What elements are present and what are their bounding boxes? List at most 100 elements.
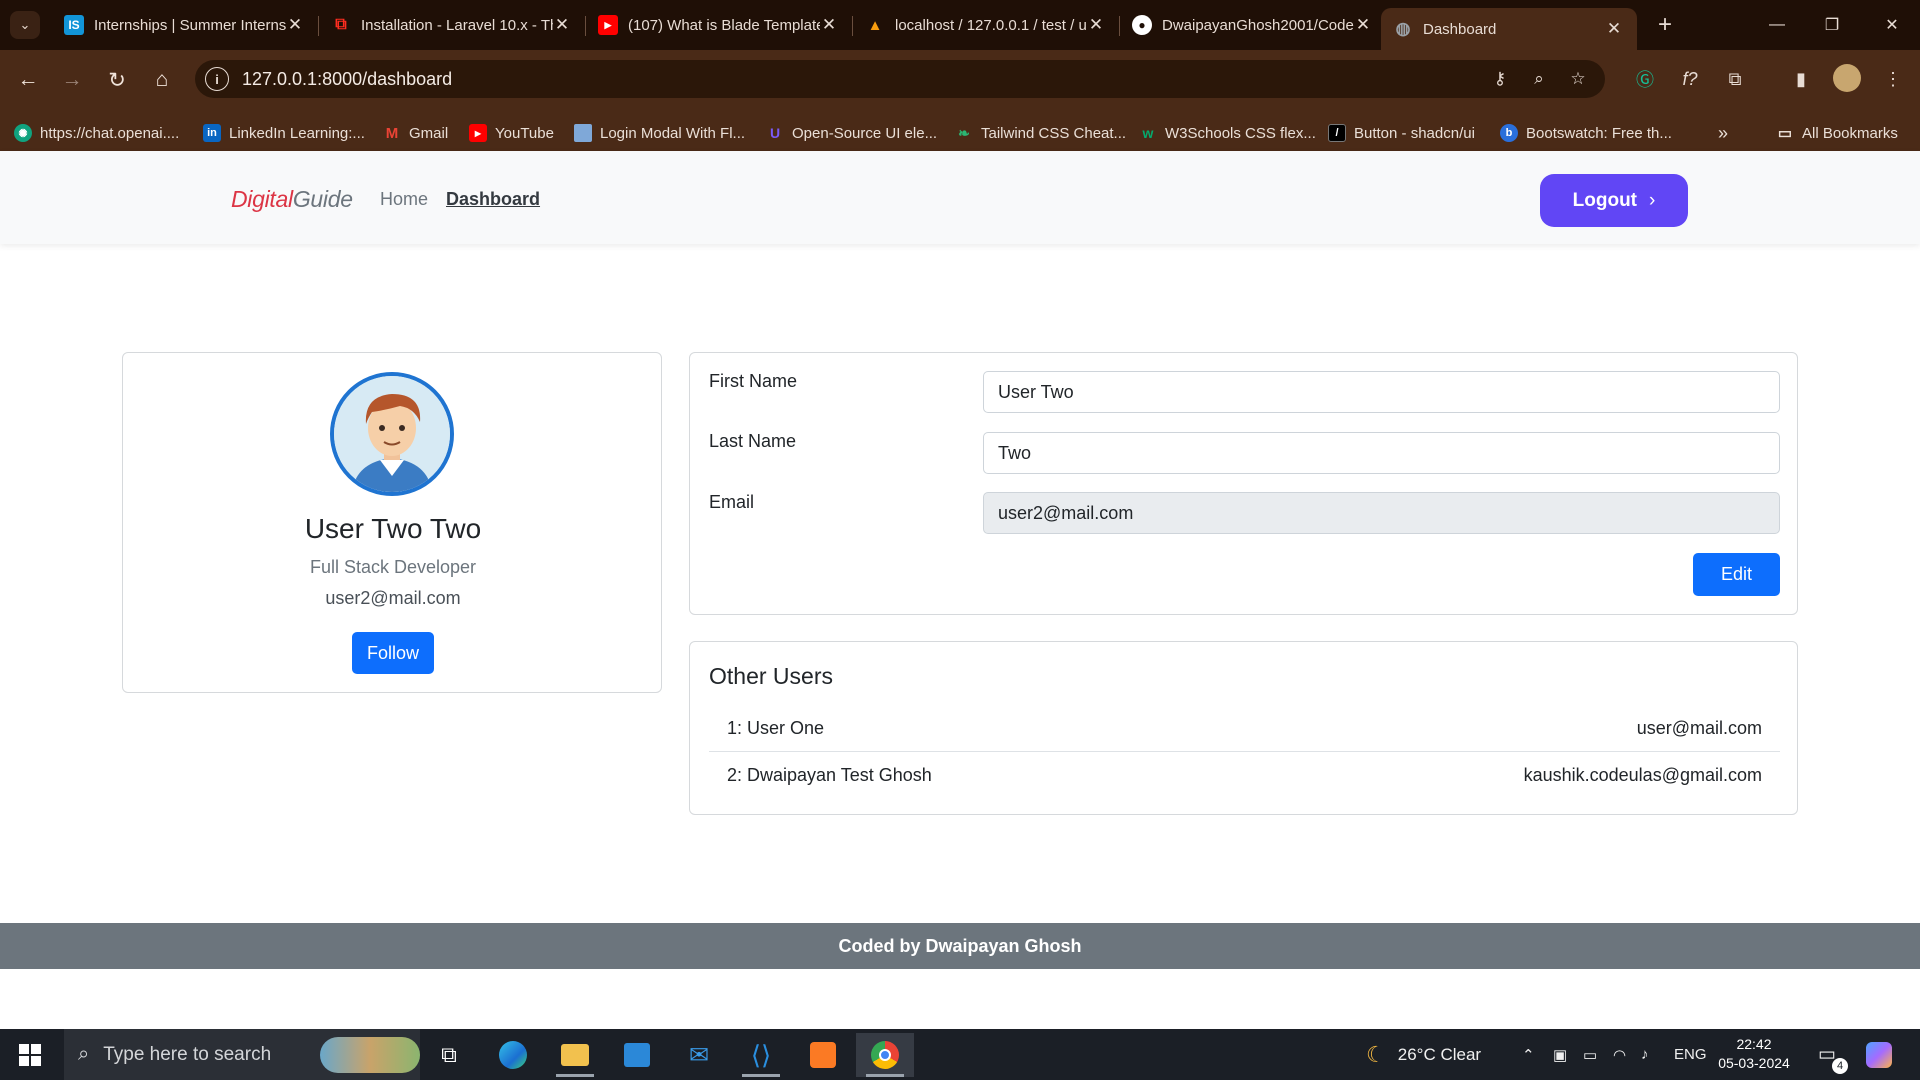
windows-logo-icon: [19, 1044, 41, 1066]
bookmark-login-modal[interactable]: Login Modal With Fl...: [574, 122, 745, 144]
formula-extension-icon[interactable]: f?: [1675, 64, 1705, 94]
close-tab-icon[interactable]: ✕: [1605, 19, 1623, 39]
microsoft-store-icon[interactable]: [608, 1033, 666, 1077]
bookmark-w3schools[interactable]: w W3Schools CSS flex...: [1139, 122, 1316, 144]
close-tab-icon[interactable]: ✕: [286, 15, 304, 35]
youtube-favicon: ▶: [598, 15, 618, 35]
close-window-icon[interactable]: ✕: [1872, 8, 1912, 42]
more-bookmarks-chevron-icon[interactable]: »: [1718, 122, 1728, 144]
user-details-form: First Name User Two Last Name Two Email …: [689, 352, 1798, 615]
task-view-icon[interactable]: ⧉: [420, 1033, 478, 1077]
bookmark-shadcn[interactable]: / Button - shadcn/ui: [1328, 122, 1475, 144]
browser-tab-strip: ⌄ IS Internships | Summer Internships ✕ …: [0, 0, 1920, 50]
list-item[interactable]: 1: User One user@mail.com: [709, 706, 1780, 752]
search-icon: ⌕: [78, 1043, 90, 1065]
show-hidden-icons-chevron-icon[interactable]: ⌃: [1522, 1029, 1535, 1080]
xampp-icon[interactable]: [794, 1033, 852, 1077]
edge-browser-icon[interactable]: [484, 1033, 542, 1077]
last-name-label: Last Name: [709, 431, 797, 451]
bookmark-bootswatch[interactable]: b Bootswatch: Free th...: [1500, 122, 1672, 144]
close-tab-icon[interactable]: ✕: [1087, 15, 1105, 35]
bookmark-linkedin[interactable]: in LinkedIn Learning:...: [203, 122, 365, 144]
close-tab-icon[interactable]: ✕: [820, 15, 838, 35]
side-panel-icon[interactable]: ▮: [1786, 64, 1816, 94]
address-bar[interactable]: i 127.0.0.1:8000/dashboard ⚷ ⌕ ☆: [195, 60, 1605, 98]
other-users-title: Other Users: [709, 663, 833, 689]
minimize-icon[interactable]: —: [1757, 8, 1797, 42]
meet-now-icon[interactable]: ▣: [1553, 1029, 1567, 1080]
more-menu-icon[interactable]: ⋮: [1878, 64, 1908, 94]
all-bookmarks-label: All Bookmarks: [1802, 124, 1898, 142]
taskbar-search-input[interactable]: ⌕ Type here to search: [64, 1029, 420, 1080]
tab-title: Internships | Summer Internships: [94, 16, 286, 34]
logout-button[interactable]: Logout ›: [1540, 174, 1688, 227]
url-text[interactable]: 127.0.0.1:8000/dashboard: [242, 69, 452, 90]
github-favicon: ●: [1132, 15, 1152, 35]
bookmark-star-icon[interactable]: ☆: [1565, 67, 1591, 91]
site-info-icon[interactable]: i: [205, 67, 229, 91]
close-tab-icon[interactable]: ✕: [1354, 15, 1372, 35]
nav-home-link[interactable]: Home: [380, 189, 428, 210]
other-users-card: Other Users 1: User One user@mail.com 2:…: [689, 641, 1798, 815]
tab-internshala[interactable]: IS Internships | Summer Internships ✕: [52, 8, 318, 42]
clock-date: 05-03-2024: [1718, 1055, 1790, 1071]
chevron-right-icon: ›: [1649, 189, 1656, 211]
bookmark-label: W3Schools CSS flex...: [1165, 124, 1316, 142]
zoom-magnifier-icon[interactable]: ⌕: [1526, 67, 1552, 91]
bookmark-uiverse[interactable]: U Open-Source UI ele...: [766, 122, 937, 144]
tab-laravel[interactable]: ⧉ Installation - Laravel 10.x - The PHP …: [319, 8, 585, 42]
vscode-icon[interactable]: ⟨⟩: [732, 1033, 790, 1077]
home-icon[interactable]: ⌂: [146, 64, 178, 96]
mail-icon[interactable]: ✉: [670, 1033, 728, 1077]
tab-dashboard[interactable]: ◍ Dashboard ✕: [1381, 8, 1637, 50]
new-tab-icon[interactable]: +: [1650, 10, 1680, 40]
web-page: DigitalGuide Home Dashboard Logout › Use…: [0, 151, 1920, 1029]
list-item[interactable]: 2: Dwaipayan Test Ghosh kaushik.codeulas…: [709, 752, 1780, 798]
edit-button[interactable]: Edit: [1693, 553, 1780, 596]
bookmark-chatgpt[interactable]: ✺ https://chat.openai....: [14, 122, 179, 144]
profile-name: User Two Two: [304, 513, 482, 544]
restore-icon[interactable]: ❐: [1812, 8, 1852, 42]
reload-icon[interactable]: ↻: [101, 64, 133, 96]
w3schools-icon: w: [1142, 125, 1154, 141]
back-arrow-icon[interactable]: ←: [12, 64, 44, 96]
brand-part-guide: Guide: [292, 186, 353, 212]
brand-logo[interactable]: DigitalGuide: [231, 186, 353, 213]
chrome-icon[interactable]: [856, 1033, 914, 1077]
notifications-icon[interactable]: ▭ 4: [1818, 1029, 1848, 1080]
first-name-input[interactable]: User Two: [983, 371, 1780, 413]
volume-icon[interactable]: ♪: [1641, 1029, 1649, 1080]
forward-arrow-icon[interactable]: →: [56, 64, 88, 96]
tab-search-chevron-icon[interactable]: ⌄: [10, 11, 40, 39]
email-field[interactable]: user2@mail.com: [983, 492, 1780, 534]
battery-icon[interactable]: ▭: [1583, 1029, 1597, 1080]
grammarly-extension-icon[interactable]: Ⓖ: [1630, 64, 1660, 94]
copilot-icon[interactable]: [1866, 1029, 1892, 1080]
bookmark-gmail[interactable]: M Gmail: [383, 122, 448, 144]
system-clock[interactable]: 22:42 05-03-2024: [1700, 1035, 1808, 1073]
brand-part-digital: Digital: [231, 186, 293, 212]
tab-github[interactable]: ● DwaipayanGhosh2001/Code ✕: [1120, 8, 1386, 42]
search-highlight-art-icon: [320, 1037, 420, 1073]
profile-avatar-icon[interactable]: [1833, 64, 1861, 92]
windows-start-icon[interactable]: [10, 1037, 50, 1073]
follow-button[interactable]: Follow: [352, 632, 434, 674]
weather-widget[interactable]: ☾ 26°C Clear: [1366, 1029, 1481, 1080]
last-name-input[interactable]: Two: [983, 432, 1780, 474]
bookmark-youtube[interactable]: ▶ YouTube: [469, 122, 554, 144]
tab-youtube[interactable]: ▶ (107) What is Blade Template ✕: [586, 8, 852, 42]
site-footer: Coded by Dwaipayan Ghosh: [0, 923, 1920, 969]
all-bookmarks-button[interactable]: ▭ All Bookmarks: [1776, 122, 1898, 144]
password-key-icon[interactable]: ⚷: [1487, 67, 1513, 91]
file-explorer-icon[interactable]: [546, 1033, 604, 1077]
wifi-icon[interactable]: ◠: [1613, 1029, 1626, 1080]
weather-text: 26°C Clear: [1397, 1044, 1482, 1064]
profile-email: user2@mail.com: [325, 588, 461, 608]
bookmark-tailwind[interactable]: ❧ Tailwind CSS Cheat...: [955, 122, 1126, 144]
nav-dashboard-link[interactable]: Dashboard: [446, 189, 540, 210]
extensions-puzzle-icon[interactable]: ⧉: [1720, 64, 1750, 94]
tab-title: (107) What is Blade Template: [628, 16, 820, 34]
tab-phpmyadmin[interactable]: ▲ localhost / 127.0.0.1 / test / users ✕: [853, 8, 1119, 42]
close-tab-icon[interactable]: ✕: [553, 15, 571, 35]
bookmark-label: Login Modal With Fl...: [600, 124, 746, 142]
